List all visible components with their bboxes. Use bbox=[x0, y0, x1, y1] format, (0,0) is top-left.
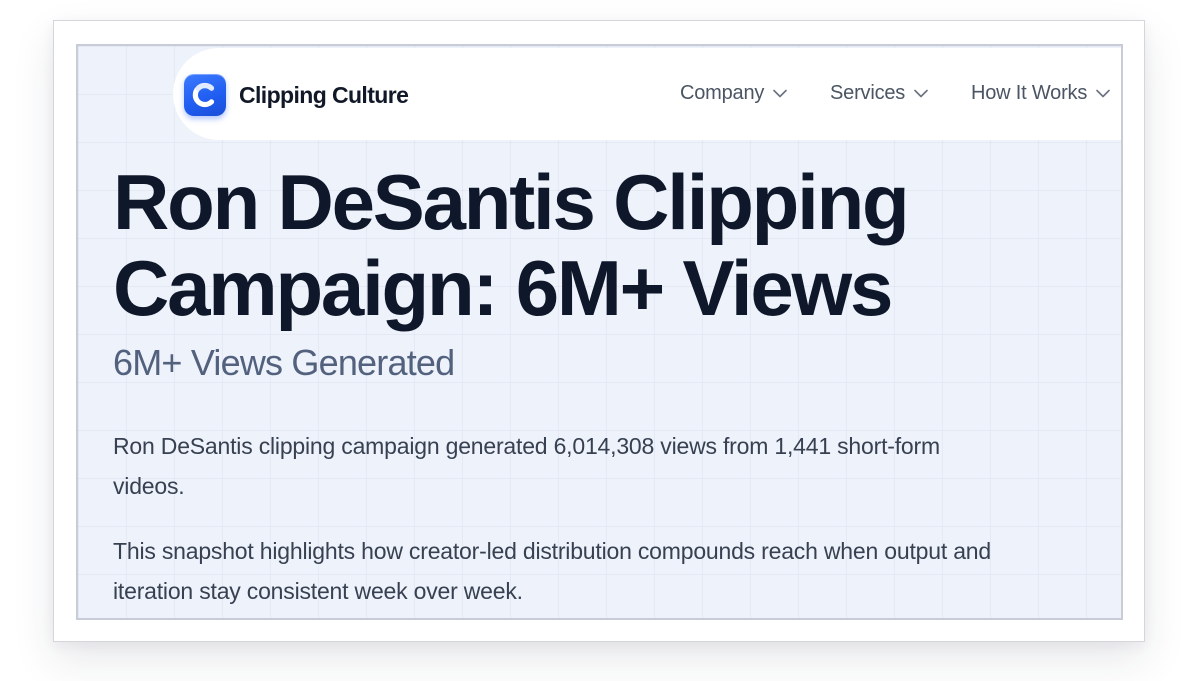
chevron-down-icon bbox=[1096, 89, 1110, 98]
nav-item-label: Services bbox=[830, 82, 906, 104]
chevron-down-icon bbox=[773, 89, 788, 98]
nav-menu: Company Services How It Works bbox=[173, 48, 1121, 140]
nav-item-label: Company bbox=[680, 82, 765, 104]
nav-item-how-it-works[interactable]: How It Works bbox=[971, 82, 1110, 105]
page-subtitle: 6M+ Views Generated bbox=[113, 342, 455, 383]
snapshot-paragraph: This snapshot highlights how creator-led… bbox=[113, 538, 991, 604]
page-title: Ron DeSantis Clipping Campaign: 6M+ View… bbox=[113, 158, 910, 332]
intro-paragraph: Ron DeSantis clipping campaign generated… bbox=[113, 433, 940, 499]
nav-item-company[interactable]: Company bbox=[680, 82, 788, 105]
navbar: Clipping Culture Company Services How It bbox=[173, 48, 1121, 140]
nav-item-label: How It Works bbox=[971, 82, 1088, 104]
nav-item-services[interactable]: Services bbox=[830, 82, 928, 105]
screenshot-frame: Clipping Culture Company Services How It bbox=[53, 20, 1145, 642]
browser-viewport: Clipping Culture Company Services How It bbox=[76, 44, 1123, 620]
chevron-down-icon bbox=[914, 89, 928, 98]
